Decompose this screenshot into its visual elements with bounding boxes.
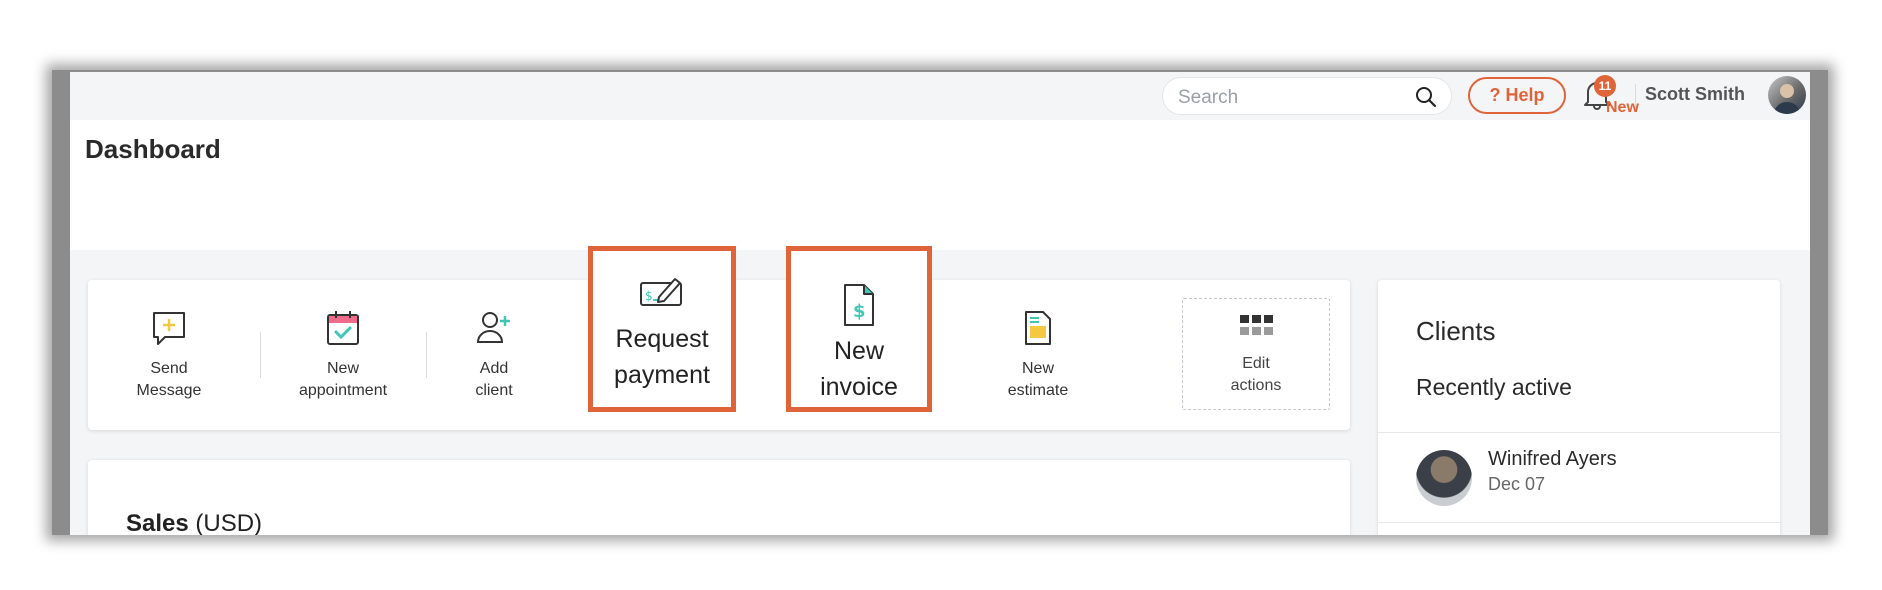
- notification-new-label: New: [1606, 99, 1639, 116]
- clients-card: Clients Recently active Winifred Ayers D…: [1378, 280, 1780, 535]
- quick-action-label: Message: [136, 382, 202, 399]
- client-name[interactable]: Winifred Ayers: [1488, 448, 1617, 471]
- request-payment-icon: $: [639, 275, 685, 316]
- svg-text:$: $: [645, 289, 653, 303]
- quick-action-label: payment: [614, 361, 710, 389]
- quick-action-divider: [426, 332, 427, 378]
- clients-divider: [1378, 432, 1780, 433]
- quick-action-add-client[interactable]: Add client: [444, 280, 544, 430]
- quick-action-new-invoice[interactable]: $ New invoice: [786, 246, 932, 412]
- sales-title-text: Sales: [126, 510, 189, 535]
- help-button[interactable]: ? Help: [1468, 77, 1566, 114]
- quick-action-send-message[interactable]: Send Message: [118, 280, 220, 430]
- quick-action-label: appointment: [298, 382, 388, 399]
- search-placeholder: Search: [1178, 87, 1239, 108]
- edit-actions-label: actions: [1230, 377, 1282, 394]
- user-name[interactable]: Scott Smith: [1645, 84, 1745, 105]
- page-title: Dashboard: [85, 134, 221, 164]
- user-avatar[interactable]: [1768, 76, 1806, 114]
- notification-count-badge: 11: [1594, 75, 1616, 97]
- edit-actions-button[interactable]: Edit actions: [1182, 298, 1330, 410]
- client-date: Dec 07: [1488, 474, 1546, 494]
- app-window: Search ? Help 11 New Scott Smith Dashboa…: [70, 72, 1810, 535]
- svg-text:$: $: [853, 301, 866, 322]
- quick-action-label: New: [833, 337, 884, 365]
- calendar-check-icon: [326, 310, 360, 351]
- clients-divider: [1378, 522, 1780, 523]
- clients-title: Clients: [1416, 316, 1496, 346]
- quick-action-label: Request: [615, 325, 709, 353]
- quick-action-label: New: [1021, 360, 1054, 377]
- quick-action-label: Send: [150, 360, 188, 377]
- quick-action-label: Add: [479, 360, 509, 377]
- top-bar: Search ? Help 11 New Scott Smith: [70, 72, 1810, 120]
- sales-title: Sales (USD): [126, 510, 262, 535]
- client-avatar[interactable]: [1416, 450, 1472, 506]
- search-input[interactable]: Search: [1162, 77, 1452, 115]
- quick-action-request-payment[interactable]: $ Request payment: [588, 246, 736, 412]
- quick-action-label: estimate: [1007, 382, 1069, 399]
- edit-actions-label: Edit: [1242, 355, 1270, 372]
- invoice-dollar-icon: $: [842, 283, 876, 334]
- quick-action-label: client: [475, 382, 513, 399]
- quick-action-divider: [260, 332, 261, 378]
- clients-subtitle: Recently active: [1416, 374, 1572, 400]
- quick-action-new-appointment[interactable]: New appointment: [268, 280, 418, 430]
- sales-card: Sales (USD): [88, 460, 1350, 535]
- sales-currency: (USD): [195, 510, 263, 535]
- topbar-divider: [1635, 84, 1636, 108]
- quick-action-label: invoice: [820, 373, 898, 401]
- estimate-doc-icon: [1023, 310, 1053, 351]
- quick-action-label: New: [326, 360, 359, 377]
- grid-dots-icon: [1240, 315, 1274, 342]
- search-icon[interactable]: [1415, 86, 1437, 113]
- quick-action-new-estimate[interactable]: New estimate: [988, 280, 1088, 430]
- add-user-icon: [476, 310, 512, 349]
- page-header: Dashboard: [70, 120, 1810, 250]
- message-plus-icon: [151, 310, 187, 353]
